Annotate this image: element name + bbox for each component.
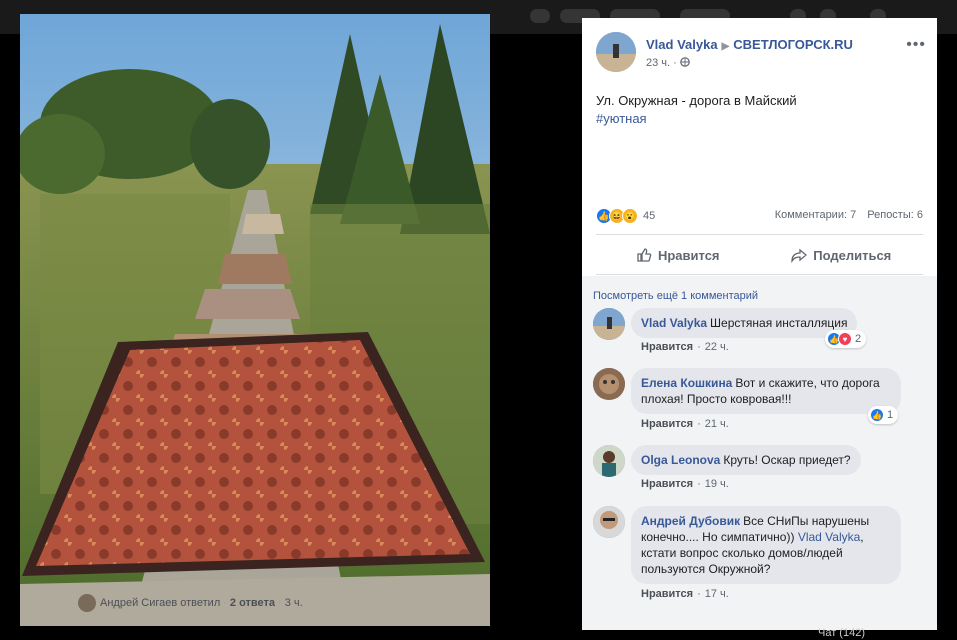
comment-time[interactable]: 19 ч. [705,478,729,490]
reply-author-avatar [78,594,96,612]
commenter-avatar[interactable] [593,506,625,538]
comment-time[interactable]: 22 ч. [705,341,729,353]
dot-separator: · [278,596,282,609]
meta-dot: · [673,57,680,69]
post-message: Ул. Окружная - дорога в Майский [596,93,797,108]
commenter-avatar[interactable] [593,445,625,477]
commenter-avatar[interactable] [593,368,625,400]
comment-author[interactable]: Елена Кошкина [641,376,732,390]
view-more-comments-link[interactable]: Посмотреть ещё 1 комментарий [593,290,758,302]
like-label: Нравится [657,247,720,263]
comment-reaction-count: 1 [887,409,894,421]
author-avatar[interactable] [596,32,636,72]
comment-bubble: Olga Leonova Круть! Оскар приедет? [631,445,861,475]
avatar-image [593,445,625,477]
post-text: Ул. Окружная - дорога в Майский #уютная [596,92,916,128]
comment-author[interactable]: Андрей Дубовик [641,514,740,528]
comment-bubble: Елена Кошкина Вот и скажите, что дорога п… [631,368,901,414]
home-icon [530,9,550,23]
post-actions: Нравится Поделиться [596,240,923,270]
post-author-name[interactable]: Vlad Valyka [646,37,718,52]
comment-bubble: Андрей Дубовик Все СНиПы нарушены конечно… [631,506,901,584]
avatar-image [593,506,625,538]
comment-item: Vlad Valyka Шерстяная инсталляция 👍 ♥ 2 Н… [593,308,923,356]
wow-reaction-icon: 😮 [622,208,638,224]
comment-time[interactable]: 21 ч. [705,418,729,430]
comment-reactions[interactable]: 👍 ♥ 2 [825,330,867,348]
commenter-avatar[interactable] [593,308,625,340]
comment-meta: Нравится · 17 ч. [641,588,729,600]
comment-item: Елена Кошкина Вот и скажите, что дорога п… [593,368,923,438]
dot-separator: · [697,588,701,600]
stats-right: Комментарии: 7 Репосты: 6 [767,209,923,221]
comments-count-link[interactable]: Комментарии: 7 [775,209,857,221]
comment-author[interactable]: Olga Leonova [641,453,720,467]
post-time[interactable]: 23 ч. [646,57,670,69]
reaction-count: 45 [643,210,656,222]
post-options-button[interactable]: ••• [906,36,926,54]
comment-like-link[interactable]: Нравится [641,341,693,353]
comment-meta: Нравится · 22 ч. [641,341,729,353]
globe-icon [680,57,690,69]
reply-time: 3 ч. [284,596,303,609]
dot-separator: · [697,478,701,490]
reply-count: 2 ответа [229,596,276,609]
dot-separator: · [697,418,701,430]
like-reaction-icon: 👍 [870,408,884,422]
avatar-image [593,308,625,340]
comment-like-link[interactable]: Нравится [641,418,693,430]
divider [596,234,923,235]
comment-meta: Нравится · 19 ч. [641,478,729,490]
arrow-right-icon: ▶ [721,41,730,52]
avatar-image [596,32,636,72]
comment-text: Круть! Оскар приедет? [723,453,851,467]
post-author-line: Vlad Valyka ▶ СВЕТЛОГОРСК.RU [646,37,853,52]
share-button[interactable]: Поделиться [760,240,924,270]
reactions-summary[interactable]: 👍 😆 😮 45 [596,207,655,225]
comment-like-link[interactable]: Нравится [641,478,693,490]
comment-author[interactable]: Vlad Valyka [641,316,707,330]
chat-tab[interactable]: Чат (142) [818,627,865,639]
comment-bubble: Vlad Valyka Шерстяная инсталляция [631,308,858,338]
comment-mention[interactable]: Vlad Valyka [798,530,860,544]
view-replies-link[interactable]: Андрей Сигаев ответил · 2 ответа · 3 ч. [78,594,303,612]
post-header: Vlad Valyka ▶ СВЕТЛОГОРСК.RU 23 ч. · ••• [596,32,926,72]
comment-reaction-count: 2 [855,333,862,345]
comment-time[interactable]: 17 ч. [705,588,729,600]
post-hashtag[interactable]: #уютная [596,110,916,128]
dot-separator: · [697,341,701,353]
comment-item: Андрей Дубовик Все СНиПы нарушены конечно… [593,506,923,606]
love-reaction-icon: ♥ [838,332,852,346]
post-side-panel: Vlad Valyka ▶ СВЕТЛОГОРСК.RU 23 ч. · ••• У… [582,18,937,630]
globe-icon-svg [680,57,690,67]
comment-meta: Нравится · 21 ч. [641,418,729,430]
carpet-road-photo [20,14,490,626]
thumbs-up-icon [637,248,652,262]
post-meta: 23 ч. · [646,57,690,69]
post-stats: 👍 😆 😮 45 Комментарии: 7 Репосты: 6 [596,207,923,225]
share-label: Поделиться [813,247,892,263]
post-photo[interactable] [20,14,490,626]
dot-separator: · [223,596,227,609]
shares-count-link[interactable]: Репосты: 6 [867,209,923,221]
comment-item: Olga Leonova Круть! Оскар приедет? Нравит… [593,445,923,495]
reply-summary: Андрей Сигаев ответил [100,596,221,609]
divider [596,274,923,275]
post-group-name[interactable]: СВЕТЛОГОРСК.RU [733,37,853,52]
avatar-image [593,368,625,400]
photo-viewer: Vlad Valyka ▶ СВЕТЛОГОРСК.RU 23 ч. · ••• У… [0,0,957,640]
share-arrow-icon [791,248,808,263]
comment-reactions[interactable]: 👍 1 [868,406,899,424]
comment-text: Шерстяная инсталляция [710,316,848,330]
comment-like-link[interactable]: Нравится [641,588,693,600]
like-button[interactable]: Нравится [596,240,760,270]
